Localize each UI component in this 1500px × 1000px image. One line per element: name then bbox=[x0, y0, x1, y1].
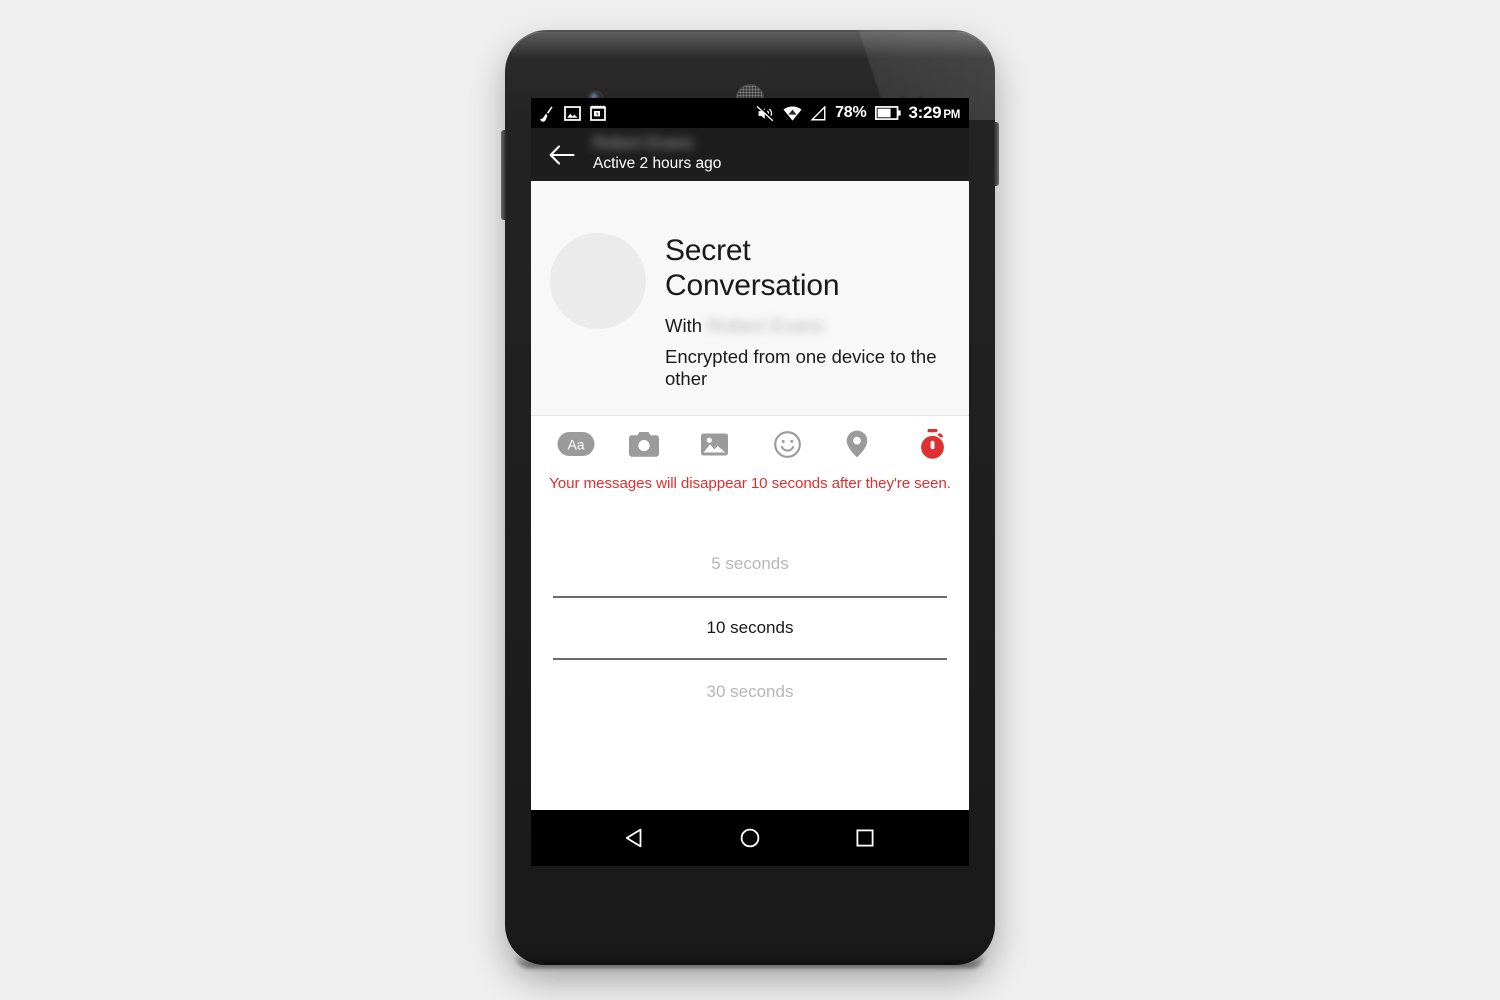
status-bar-clock: 3:29 PM bbox=[908, 103, 961, 123]
phone-top-bezel-highlight bbox=[511, 32, 989, 58]
volume-mute-icon bbox=[756, 104, 775, 121]
screenshot-image-icon bbox=[564, 105, 581, 121]
camera-icon bbox=[629, 431, 660, 457]
nav-recents-button[interactable] bbox=[845, 818, 885, 858]
broom-icon bbox=[539, 105, 553, 122]
with-label: With bbox=[665, 315, 702, 337]
header-text-block[interactable]: Robert Evans Active 2 hours ago bbox=[593, 135, 722, 173]
phone-bottom-bezel-shadow bbox=[515, 954, 985, 968]
triangle-back-icon bbox=[625, 828, 642, 848]
timer-option-30-seconds[interactable]: 30 seconds bbox=[531, 660, 969, 724]
camera-button[interactable] bbox=[629, 424, 701, 464]
page-title: Secret Conversation bbox=[665, 234, 840, 303]
phone-screen: 78% 3:29 PM Robert Evans Active 2 hours a… bbox=[531, 98, 969, 866]
profile-text-block: Secret Conversation With Robert Evans En… bbox=[665, 233, 961, 389]
cellular-signal-icon bbox=[810, 105, 826, 120]
secret-conversation-profile: Secret Conversation With Robert Evans En… bbox=[531, 181, 969, 417]
calendar-icon bbox=[590, 105, 606, 121]
svg-text:Aa: Aa bbox=[567, 437, 584, 453]
back-button[interactable] bbox=[545, 138, 579, 172]
location-button[interactable] bbox=[846, 424, 918, 464]
volume-rocker-button[interactable] bbox=[501, 130, 506, 220]
smiley-icon bbox=[773, 430, 801, 458]
circle-home-icon bbox=[740, 828, 760, 848]
back-arrow-icon bbox=[549, 144, 575, 165]
location-pin-icon bbox=[846, 430, 868, 458]
nav-home-button[interactable] bbox=[730, 818, 770, 858]
square-recents-icon bbox=[856, 829, 874, 847]
disappearing-messages-notice: Your messages will disappear 10 seconds … bbox=[549, 475, 951, 493]
android-navigation-bar bbox=[531, 810, 969, 866]
aa-text-icon: Aa bbox=[557, 432, 595, 457]
wifi-icon bbox=[783, 105, 802, 121]
stopwatch-icon bbox=[921, 429, 944, 459]
header-contact-name: Robert Evans bbox=[593, 135, 694, 153]
timer-option-5-seconds[interactable]: 5 seconds bbox=[531, 532, 969, 596]
timer-option-10-seconds[interactable]: 10 seconds bbox=[553, 596, 947, 661]
photo-gallery-button[interactable] bbox=[701, 424, 773, 464]
battery-percent-label: 78% bbox=[835, 104, 867, 121]
with-contact-line: With Robert Evans bbox=[665, 315, 947, 337]
status-bar-right-icons: 78% 3:29 PM bbox=[756, 103, 960, 123]
status-bar-left-icons bbox=[538, 105, 606, 122]
status-bar: 78% 3:29 PM bbox=[531, 98, 969, 128]
nav-back-button[interactable] bbox=[615, 818, 655, 858]
header-active-status: Active 2 hours ago bbox=[593, 155, 722, 173]
clock-meridiem: PM bbox=[943, 109, 960, 121]
composer-toolbar: Aa bbox=[531, 416, 969, 473]
with-contact-name: Robert Evans bbox=[708, 315, 824, 337]
avatar[interactable] bbox=[550, 233, 646, 329]
battery-icon bbox=[874, 106, 901, 120]
image-icon bbox=[701, 433, 729, 456]
timer-duration-picker[interactable]: 5 seconds 10 seconds 30 seconds bbox=[531, 508, 969, 724]
clock-time: 3:29 bbox=[908, 103, 942, 122]
android-smartphone: 78% 3:29 PM Robert Evans Active 2 hours a… bbox=[501, 30, 999, 968]
power-button[interactable] bbox=[994, 122, 999, 186]
encryption-note: Encrypted from one device to the other bbox=[665, 346, 937, 389]
text-format-button[interactable]: Aa bbox=[557, 424, 629, 464]
conversation-header: Robert Evans Active 2 hours ago bbox=[531, 128, 969, 181]
disappearing-timer-button[interactable] bbox=[918, 424, 947, 464]
sticker-emoji-button[interactable] bbox=[773, 424, 846, 464]
